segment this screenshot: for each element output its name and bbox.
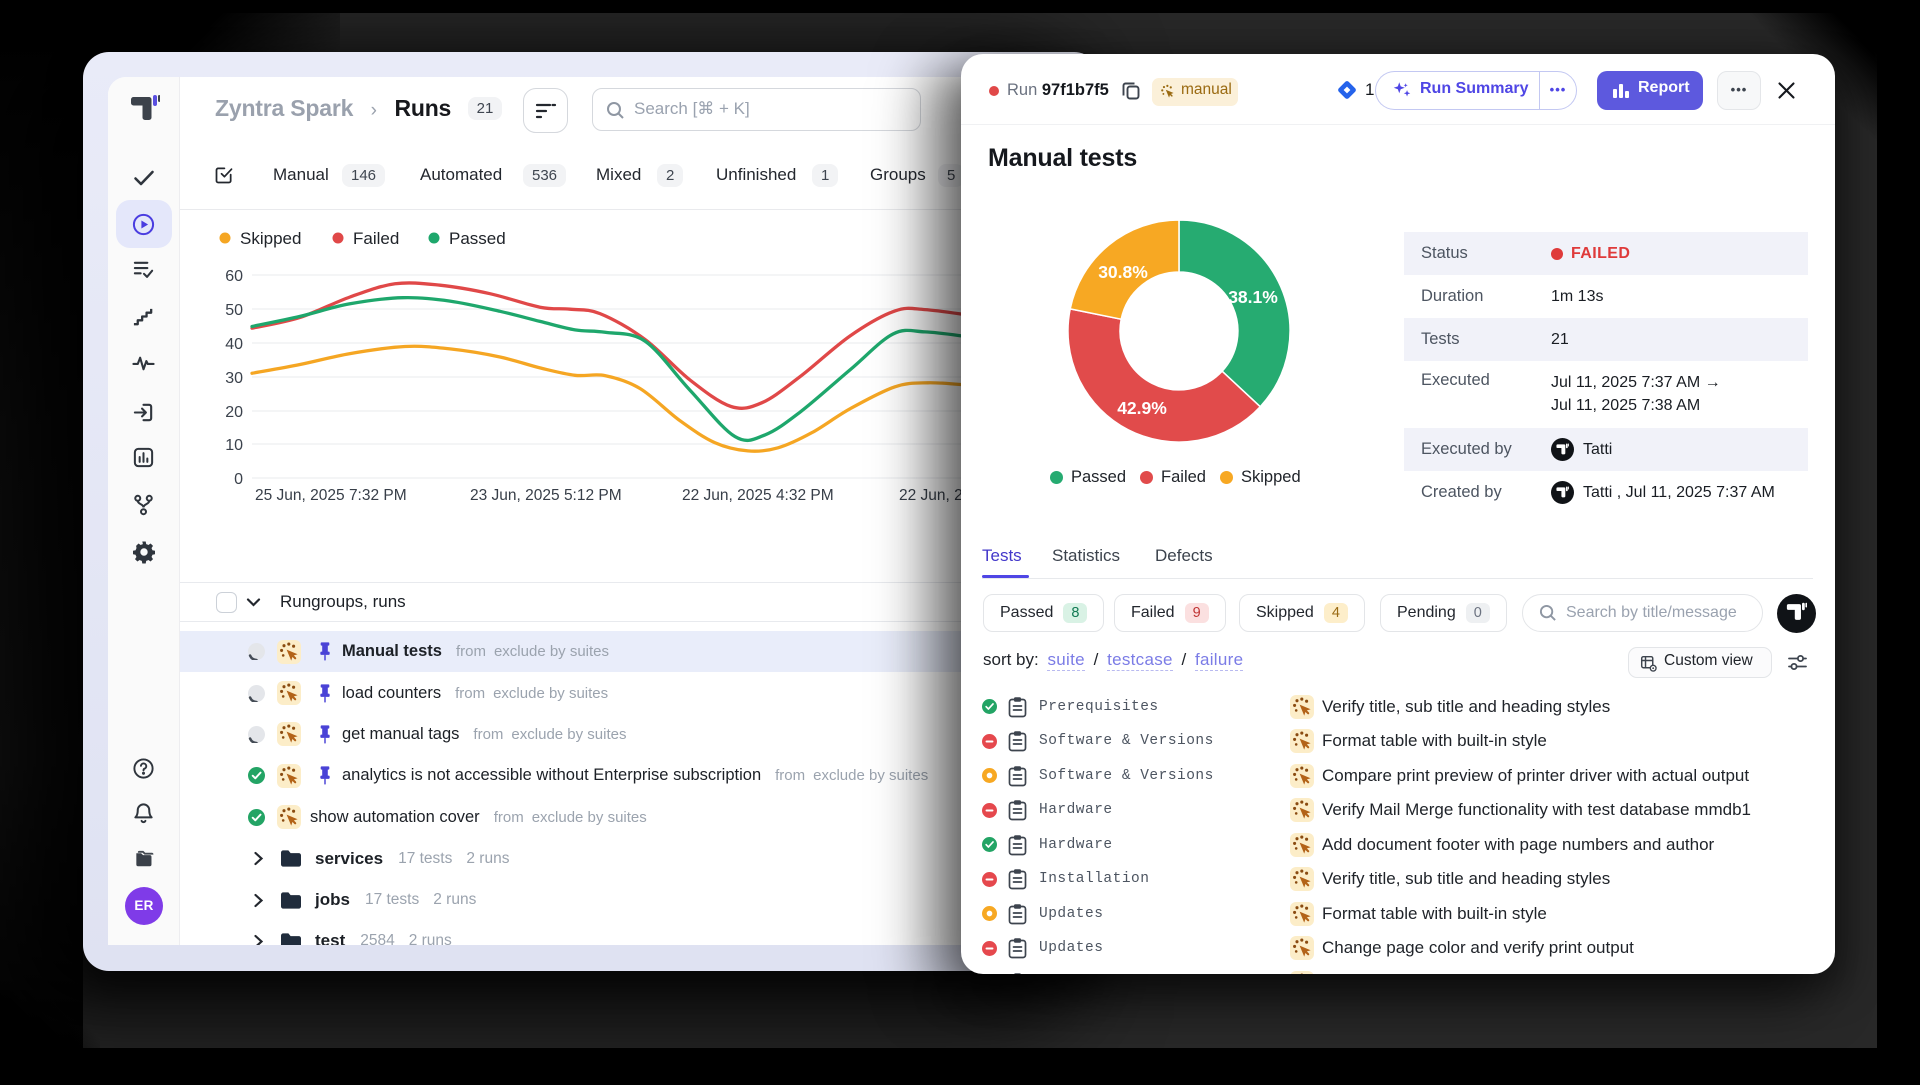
svg-text:0: 0 <box>234 471 243 488</box>
svg-text:22 Jun, 2025 4:32 PM: 22 Jun, 2025 4:32 PM <box>682 487 834 504</box>
svg-text:38.1%: 38.1% <box>1228 287 1278 307</box>
svg-text:40: 40 <box>225 336 243 353</box>
svg-text:20: 20 <box>225 404 243 421</box>
svg-text:25 Jun, 2025 7:32 PM: 25 Jun, 2025 7:32 PM <box>255 487 407 504</box>
svg-text:Passed: Passed <box>449 229 506 248</box>
svg-text:Failed: Failed <box>353 229 399 248</box>
svg-text:30.8%: 30.8% <box>1098 262 1148 282</box>
svg-text:23 Jun, 2025 5:12 PM: 23 Jun, 2025 5:12 PM <box>470 487 622 504</box>
svg-text:Skipped: Skipped <box>240 229 301 248</box>
svg-text:10: 10 <box>225 437 243 454</box>
svg-text:50: 50 <box>225 302 243 319</box>
svg-text:30: 30 <box>225 370 243 387</box>
svg-text:60: 60 <box>225 268 243 285</box>
svg-text:42.9%: 42.9% <box>1117 398 1167 418</box>
